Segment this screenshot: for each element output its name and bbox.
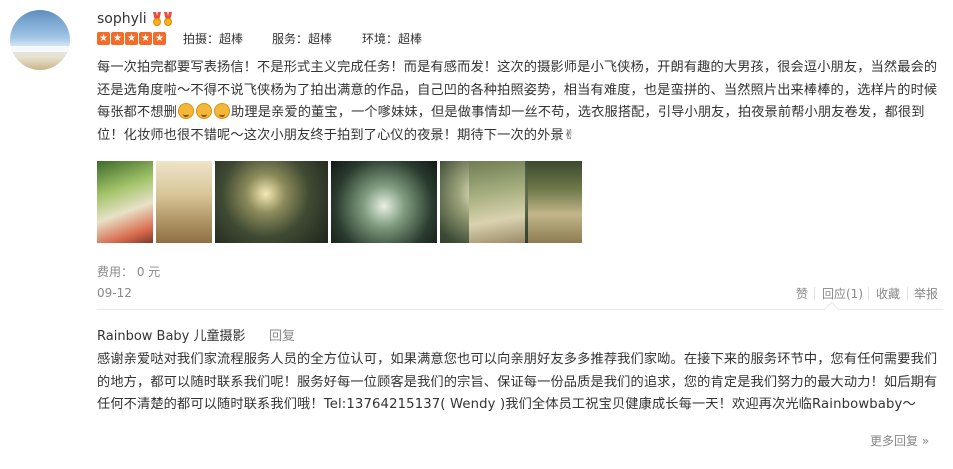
favorite-button[interactable]: 收藏 (876, 285, 900, 302)
star-icon (125, 31, 138, 46)
review-photo[interactable] (156, 161, 212, 243)
emoji-grin-icon (214, 103, 231, 119)
review-photo[interactable] (469, 161, 525, 243)
more-replies-link[interactable]: 更多回复 » (870, 432, 929, 449)
review-photo[interactable] (331, 161, 437, 243)
review-photo[interactable] (528, 161, 582, 243)
reply-count-button[interactable]: 回应(1) (822, 285, 863, 302)
star-icon (111, 31, 124, 46)
emoji-grin-icon (178, 103, 195, 119)
review-photo[interactable] (97, 161, 153, 243)
medal-icon (163, 12, 173, 26)
rating-environment: 环境：超棒 (362, 32, 423, 46)
review-date: 09-12 (97, 286, 132, 300)
medal-icon (152, 12, 162, 26)
action-separator (868, 287, 869, 300)
review-photo[interactable] (215, 161, 328, 243)
emoji-grin-icon (196, 103, 213, 119)
review-cost: 费用： 0 元 (97, 265, 161, 279)
reply-text: 感谢亲爱哒对我们家流程服务人员的全方位认可，如果满意您也可以向亲朋好友多多推荐我… (97, 352, 938, 412)
user-medals (152, 12, 173, 26)
avatar-image (10, 46, 70, 52)
action-separator (907, 287, 908, 300)
star-icon (97, 31, 110, 46)
report-button[interactable]: 举报 (914, 285, 938, 302)
rating-photography: 拍摄：超棒 (183, 32, 244, 46)
star-icon (153, 31, 166, 46)
review-text: 每一次拍完都要写表扬信！不是形式主义完成任务！而是有感而发！这次的摄影师是小飞侠… (97, 57, 943, 147)
star-icon (139, 31, 152, 46)
reply-link[interactable]: 回复 (269, 325, 295, 344)
reply-pointer (823, 301, 840, 318)
rating-service: 服务：超棒 (272, 32, 333, 46)
reply-author[interactable]: Rainbow Baby 儿童摄影 (97, 325, 246, 344)
reply-divider (97, 309, 943, 310)
like-button[interactable]: 赞 (796, 285, 808, 302)
username[interactable]: sophyli (97, 11, 147, 27)
rating-stars (97, 31, 166, 46)
user-avatar[interactable] (10, 10, 70, 70)
action-separator (814, 287, 815, 300)
